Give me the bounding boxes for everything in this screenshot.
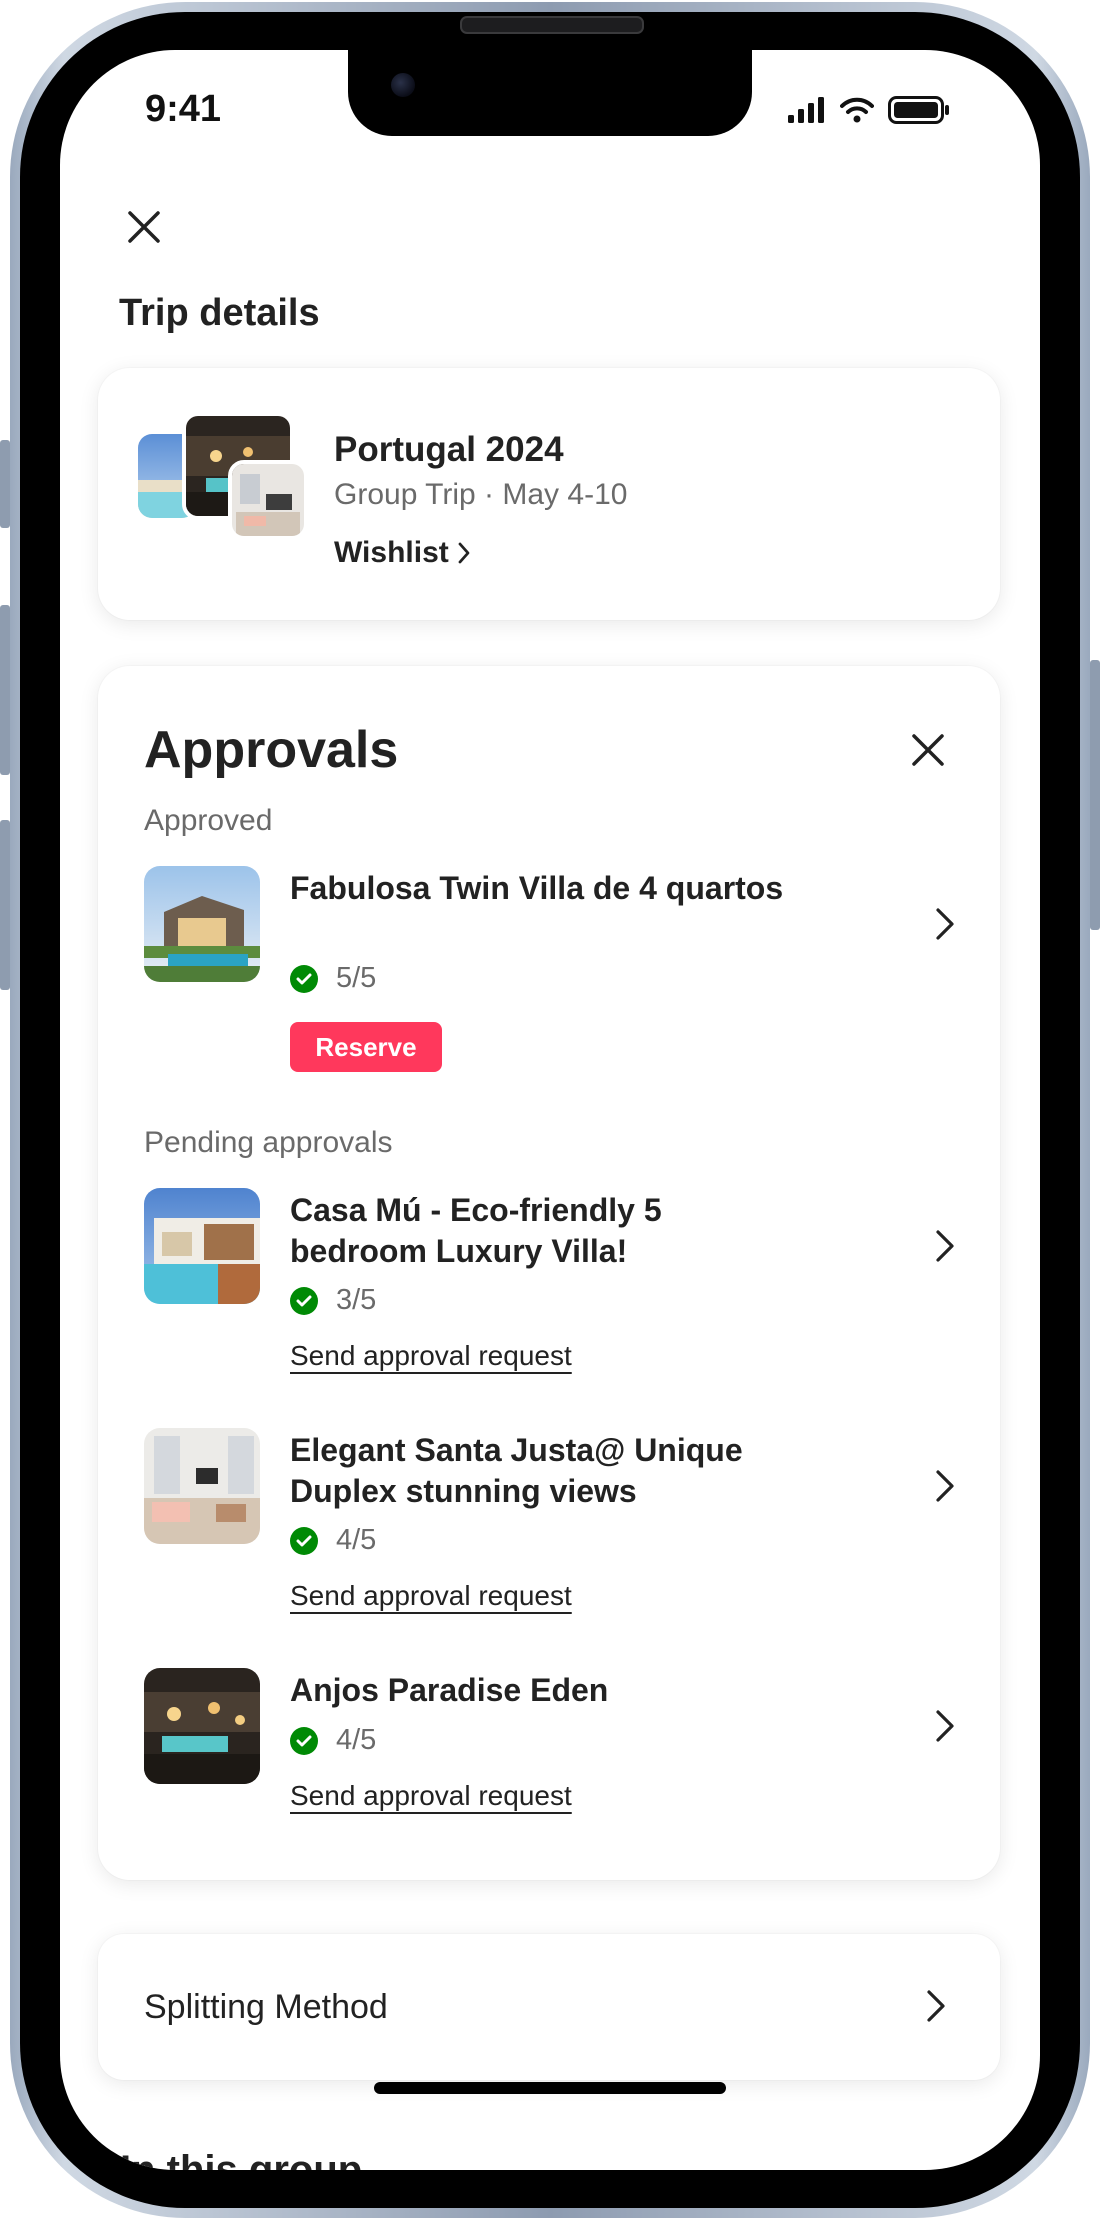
close-icon[interactable] [122, 205, 166, 249]
listing-item[interactable]: Fabulosa Twin Villa de 4 quartos 5/5 Res… [144, 866, 958, 1076]
trip-photo-collage [138, 412, 308, 540]
approval-count-text: 4/5 [336, 1524, 377, 1556]
chevron-right-icon [458, 542, 470, 564]
splitting-method-label: Splitting Method [144, 1988, 388, 2026]
check-circle-icon [290, 1526, 318, 1555]
chevron-right-icon[interactable] [930, 1466, 960, 1506]
send-approval-request-link[interactable]: Send approval request [290, 1580, 572, 1612]
listing-item[interactable]: Anjos Paradise Eden 4/5 Send approval re… [144, 1668, 958, 1828]
chevron-right-icon [927, 1990, 945, 2022]
check-circle-icon [290, 964, 318, 993]
status-time: 9:41 [145, 88, 222, 130]
check-circle-icon [290, 1286, 318, 1315]
listing-title: Anjos Paradise Eden [290, 1672, 609, 1708]
approval-count-text: 3/5 [336, 1284, 377, 1316]
approval-count-text: 4/5 [336, 1724, 377, 1756]
approvals-card: Approvals Approved Fabulosa Twin Villa d… [98, 666, 1000, 1880]
approvals-title: Approvals [144, 721, 399, 779]
notch [348, 50, 752, 136]
trip-subtitle: Group Trip · May 4-10 [334, 478, 628, 511]
listing-photo [144, 866, 260, 982]
wifi-icon [840, 97, 874, 123]
battery-icon [888, 96, 949, 124]
power-button [1090, 660, 1100, 930]
approved-section-label: Approved [144, 804, 273, 837]
listing-title: Elegant Santa Justa@ Unique Duplex stunn… [290, 1432, 743, 1509]
wishlist-label: Wishlist [334, 536, 449, 569]
earpiece-speaker [460, 16, 644, 34]
volume-down-button [0, 820, 10, 990]
front-camera [391, 73, 415, 97]
close-icon[interactable] [910, 732, 946, 768]
listing-item[interactable]: Casa Mú - Eco-friendly 5 bedroom Luxury … [144, 1188, 958, 1388]
chevron-right-icon[interactable] [930, 1706, 960, 1746]
send-approval-request-link[interactable]: Send approval request [290, 1780, 572, 1812]
cellular-signal-icon [788, 97, 824, 123]
pending-section-label: Pending approvals [144, 1126, 393, 1159]
mute-switch [0, 440, 10, 528]
listing-photo [144, 1428, 260, 1544]
phone-screen: 9:41 Trip details Portugal 2024 Group Tr… [60, 50, 1040, 2170]
chevron-right-icon[interactable] [930, 1226, 960, 1266]
listing-title: Fabulosa Twin Villa de 4 quartos [290, 870, 784, 906]
group-section-heading: In this group [120, 2148, 363, 2170]
approval-count: 4/5 [290, 1724, 376, 1757]
approval-count: 3/5 [290, 1284, 376, 1317]
reserve-button[interactable]: Reserve [290, 1022, 442, 1072]
wishlist-link[interactable]: Wishlist [334, 536, 471, 570]
status-icons [788, 96, 950, 124]
listing-photo [144, 1668, 260, 1784]
approval-count: 5/5 [290, 962, 376, 995]
approval-count-text: 5/5 [336, 962, 377, 994]
send-approval-request-link[interactable]: Send approval request [290, 1340, 572, 1372]
trip-photo-interior [228, 460, 308, 540]
approval-count: 4/5 [290, 1524, 376, 1557]
home-indicator[interactable] [374, 2082, 726, 2094]
chevron-right-icon[interactable] [930, 904, 960, 944]
listing-photo [144, 1188, 260, 1304]
listing-title: Casa Mú - Eco-friendly 5 bedroom Luxury … [290, 1192, 662, 1269]
listing-item[interactable]: Elegant Santa Justa@ Unique Duplex stunn… [144, 1428, 958, 1628]
trip-card[interactable]: Portugal 2024 Group Trip · May 4-10 Wish… [98, 368, 1000, 620]
check-circle-icon [290, 1726, 318, 1755]
trip-name: Portugal 2024 [334, 430, 564, 469]
page-title: Trip details [119, 292, 320, 334]
splitting-method-row[interactable]: Splitting Method [98, 1934, 1000, 2080]
volume-up-button [0, 605, 10, 775]
